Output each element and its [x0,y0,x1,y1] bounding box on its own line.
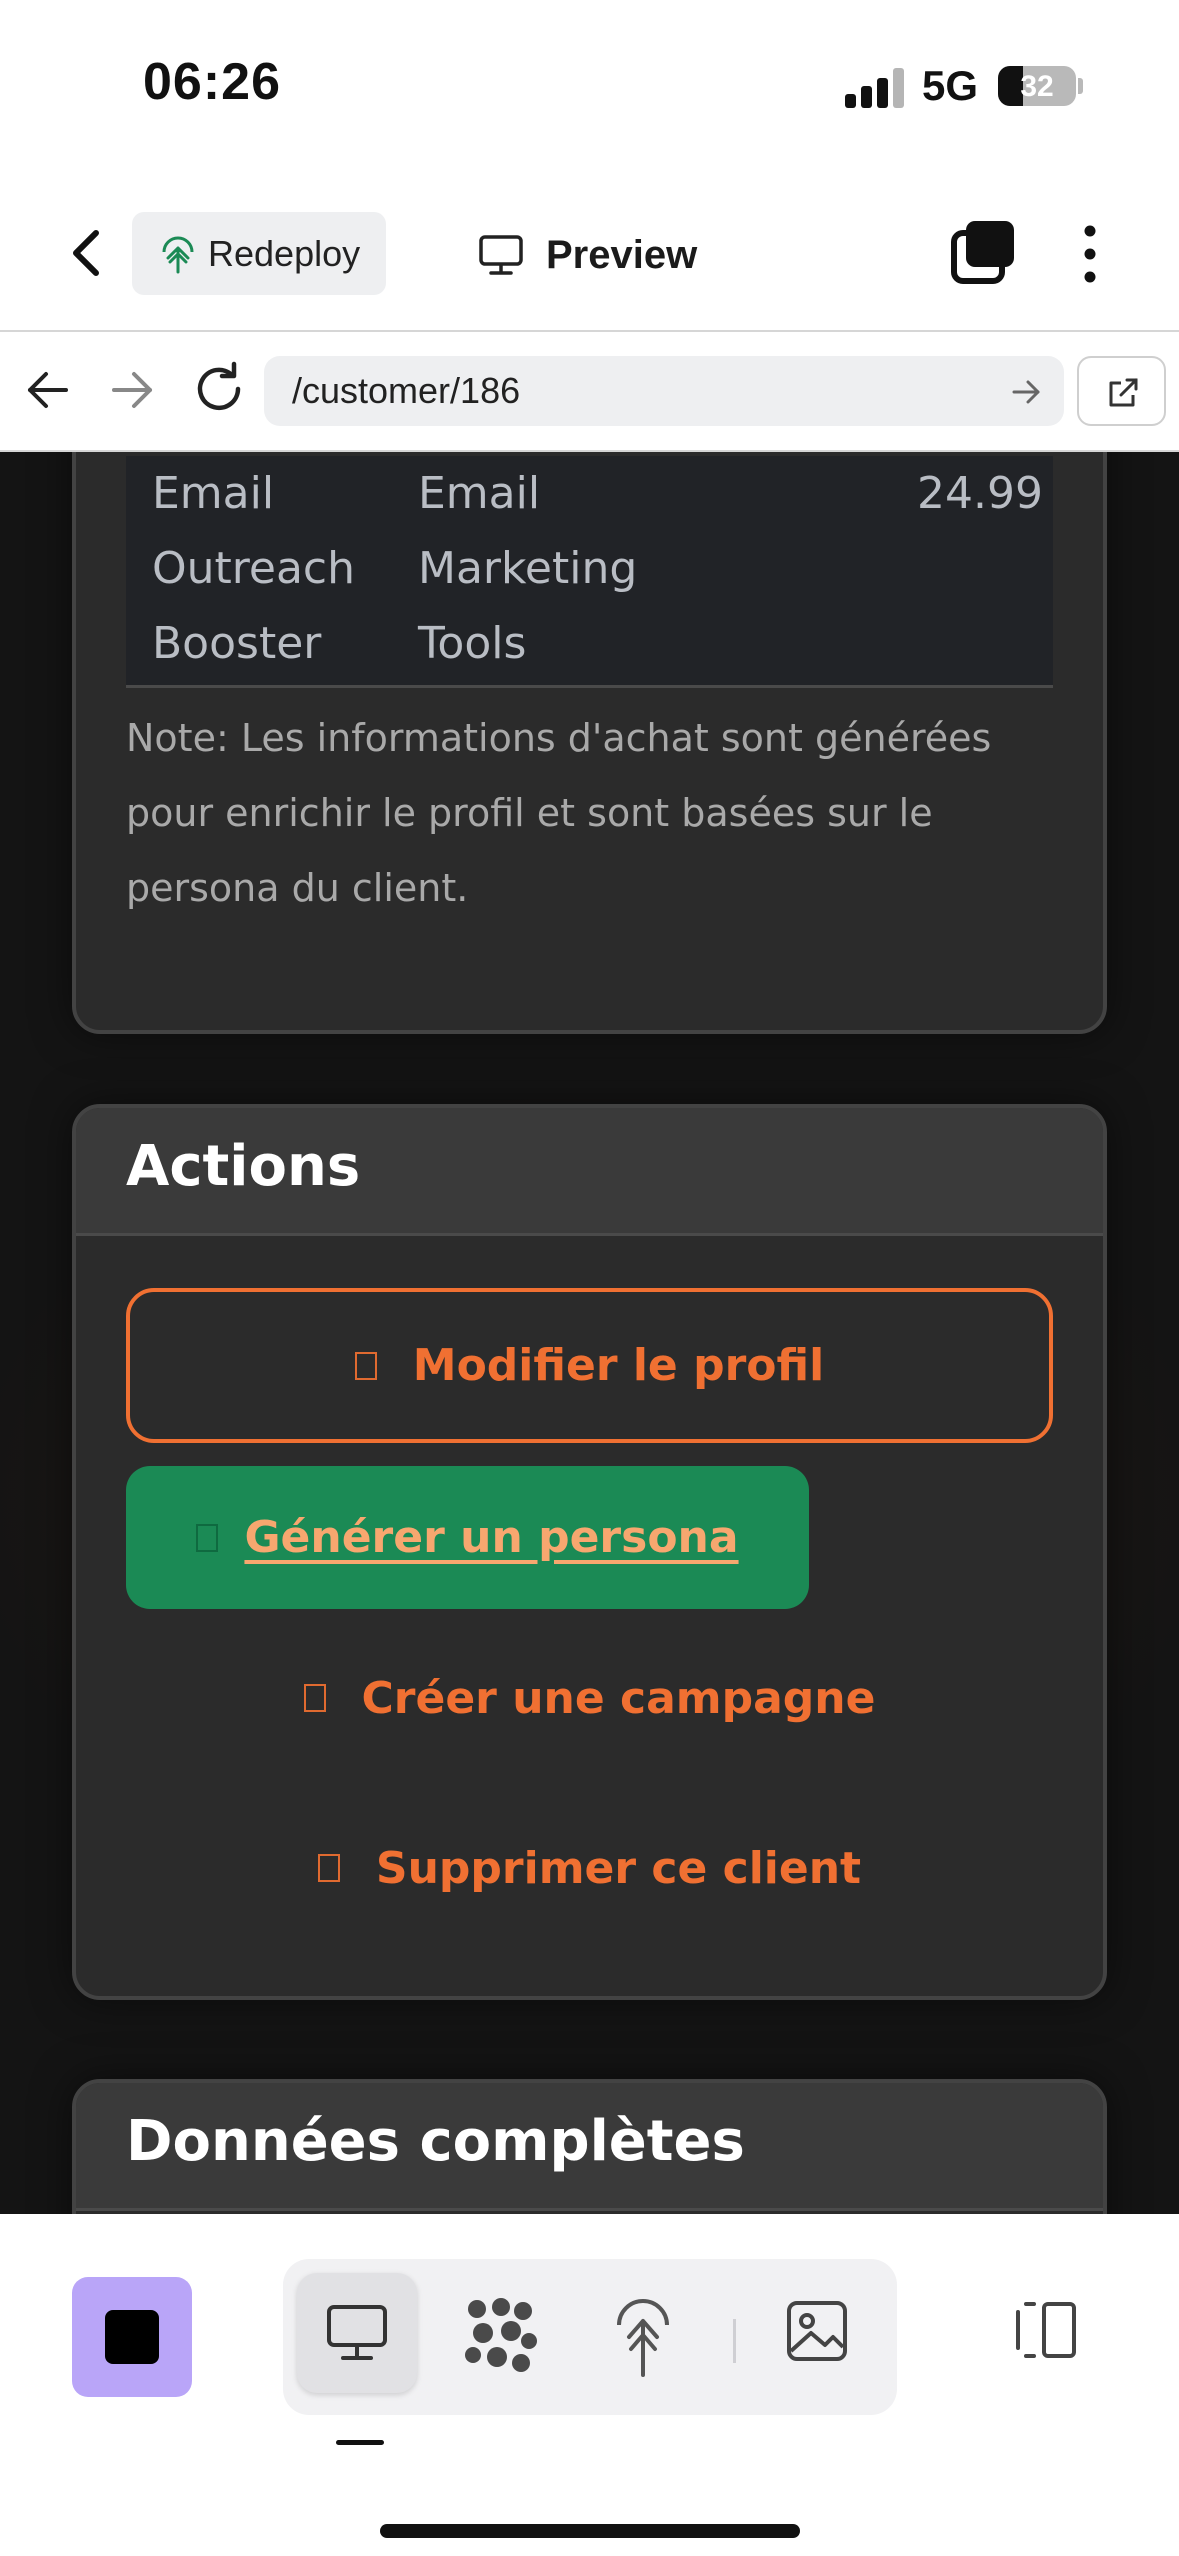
full-data-title: Données complètes [126,2109,745,2174]
category-line-1: Email [418,468,541,519]
redeploy-label: Redeploy [208,232,361,274]
url-input[interactable]: /customer/186 [264,356,1064,426]
battery-cap [1078,78,1083,94]
edit-icon [354,1351,377,1380]
price-cell: 24.99 [917,468,1043,519]
go-arrow-icon[interactable] [1010,376,1042,408]
category-line-3: Tools [418,618,527,669]
open-external-button[interactable] [1077,356,1166,426]
product-line-1: Email [152,468,275,519]
full-data-card: Données complètes [72,2079,1107,2214]
status-bar: 06:26 5G 32 [0,0,1179,175]
preview-label: Preview [546,232,698,277]
tabs-icon[interactable] [950,219,1016,285]
delete-client-label: Supprimer ce client [375,1842,862,1894]
generate-persona-button[interactable]: Générer un persona [126,1466,809,1609]
toolbar-separator [733,2319,736,2363]
reload-icon[interactable] [190,360,248,418]
persona-icon [196,1523,219,1552]
product-line-2: Outreach [152,543,356,594]
deploy-tree-icon[interactable] [613,2295,673,2379]
generate-persona-label: Générer un persona [244,1512,739,1563]
url-text: /customer/186 [292,370,521,411]
back-chevron-icon[interactable] [62,223,112,283]
preview-button[interactable]: Preview [478,215,697,295]
more-vertical-icon[interactable] [1072,223,1108,285]
actions-card: Actions Modifier le profil Générer un pe… [72,1104,1107,2000]
stop-icon [105,2310,159,2364]
signal-icon [845,68,905,108]
deploy-tree-icon [162,236,194,273]
edit-profile-label: Modifier le profil [412,1340,825,1391]
image-icon[interactable] [785,2299,849,2363]
full-data-header: Données complètes [76,2083,1103,2211]
view-switcher [283,2259,897,2415]
purchase-note: Note: Les informations d'achat sont géné… [126,716,992,910]
desktop-view-button[interactable] [297,2273,417,2393]
home-indicator [380,2524,800,2538]
campaign-icon [303,1684,326,1712]
actions-header: Actions [76,1108,1103,1236]
page-content: Email Outreach Booster Email Marketing T… [0,452,1179,2214]
monitor-icon [479,235,523,275]
network-label: 5G [922,62,979,109]
status-time: 06:26 [143,53,281,111]
active-tab-indicator [336,2440,384,2445]
category-line-2: Marketing [418,543,638,594]
edit-profile-button[interactable]: Modifier le profil [126,1288,1053,1443]
create-campaign-button[interactable]: Créer une campagne [126,1628,1053,1768]
monitor-icon [327,2305,387,2360]
external-link-icon [1109,378,1138,407]
redeploy-button[interactable]: Redeploy [132,212,386,295]
battery-level: 32 [1020,70,1054,103]
components-icon[interactable] [463,2297,539,2377]
bottom-toolbar [0,2214,1179,2556]
purchases-card: Email Outreach Booster Email Marketing T… [72,452,1107,1034]
create-campaign-label: Créer une campagne [361,1672,876,1724]
browser-url-bar: /customer/186 [0,332,1179,452]
delete-client-button[interactable]: Supprimer ce client [126,1798,1053,1938]
purchase-table: Email Outreach Booster Email Marketing T… [126,456,1053,688]
arrow-right-icon[interactable] [106,364,158,416]
stop-button[interactable] [72,2277,192,2397]
arrow-left-icon[interactable] [22,364,74,416]
split-layout-icon[interactable] [1010,2300,1080,2360]
actions-title: Actions [126,1134,361,1199]
battery-icon: 32 [998,66,1076,106]
trash-icon [317,1854,340,1882]
product-line-3: Booster [152,618,322,669]
app-toolbar: Redeploy Preview [0,175,1179,332]
